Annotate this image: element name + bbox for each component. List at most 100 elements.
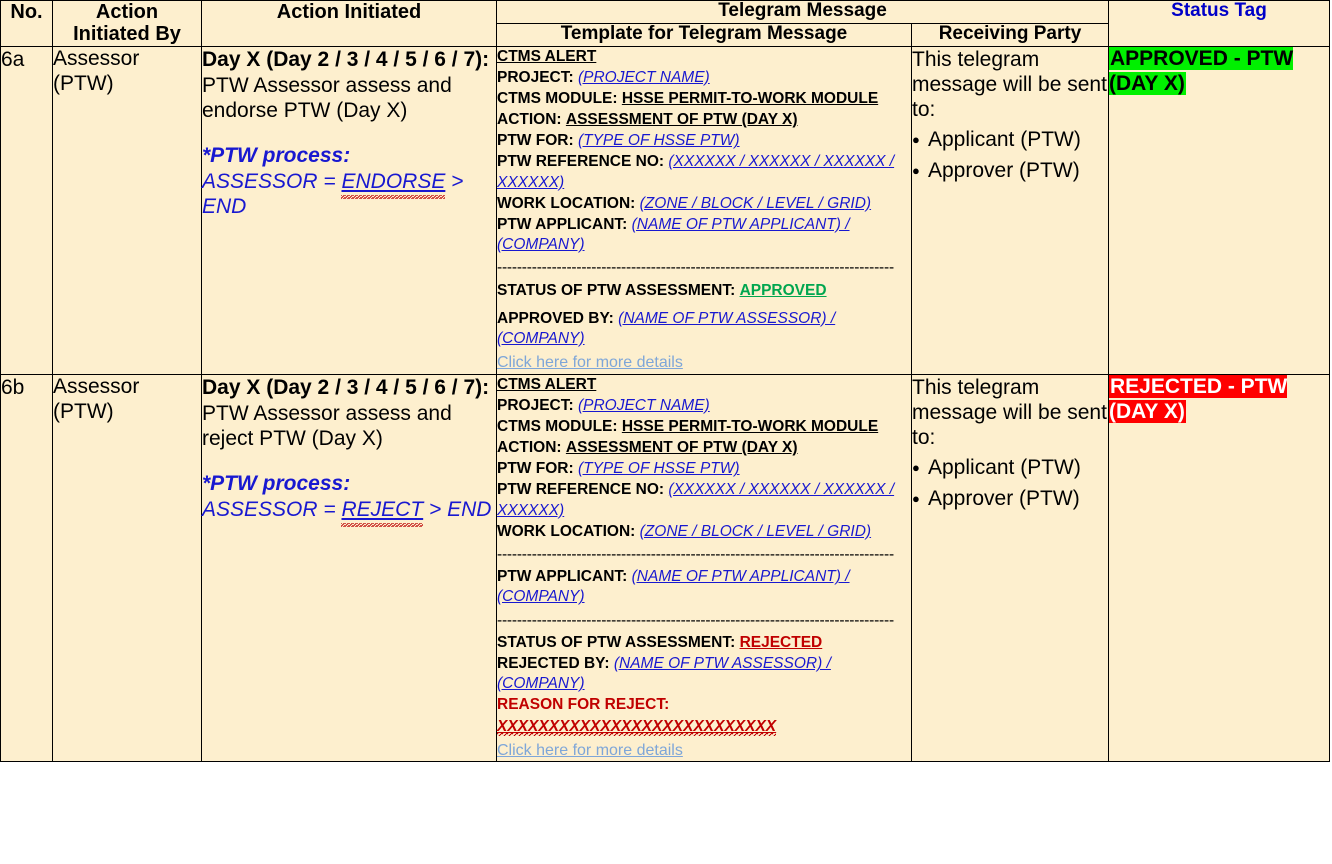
template-module-value: HSSE PERMIT-TO-WORK MODULE bbox=[621, 90, 879, 108]
template-project-value: (PROJECT NAME) bbox=[577, 396, 710, 414]
template-action-label: ACTION: bbox=[497, 439, 562, 457]
column-header-no: No. bbox=[0, 0, 53, 47]
process-flow-action: REJECT bbox=[341, 497, 424, 527]
more-details-link[interactable]: Click here for more details bbox=[497, 741, 911, 762]
template-reference-line: PTW REFERENCE NO: (XXXXXX / XXXXXX / XXX… bbox=[497, 152, 911, 192]
status-badge: REJECTED - PTW (DAY X) bbox=[1109, 374, 1288, 423]
action-day: Day X (Day 2 / 3 / 4 / 5 / 6 / 7): bbox=[202, 375, 490, 399]
row-status-tag-cell: REJECTED - PTW (DAY X) bbox=[1108, 373, 1330, 763]
template-module-label: CTMS MODULE: bbox=[497, 90, 618, 108]
ptw-process-label: *PTW process: bbox=[202, 472, 351, 496]
template-divider-2: ----------------------------------------… bbox=[497, 611, 894, 629]
more-details-link[interactable]: Click here for more details bbox=[497, 353, 911, 374]
status-badge: APPROVED - PTW (DAY X) bbox=[1109, 46, 1294, 95]
template-action-value: ASSESSMENT OF PTW (DAY X) bbox=[565, 439, 798, 457]
template-location-label: WORK LOCATION: bbox=[497, 194, 636, 212]
template-location-label: WORK LOCATION: bbox=[497, 522, 636, 540]
table-row: 6b Assessor (PTW) Day X (Day 2 / 3 / 4 /… bbox=[0, 373, 1330, 763]
template-location-value: (ZONE / BLOCK / LEVEL / GRID) bbox=[639, 522, 872, 540]
template-module-value: HSSE PERMIT-TO-WORK MODULE bbox=[621, 418, 879, 436]
template-action-line: ACTION: ASSESSMENT OF PTW (DAY X) bbox=[497, 438, 911, 458]
receiving-intro: This telegram message will be sent to: bbox=[912, 375, 1107, 450]
ptw-process-label: *PTW process: bbox=[202, 144, 351, 168]
action-initiated-block: Day X (Day 2 / 3 / 4 / 5 / 6 / 7): PTW A… bbox=[202, 375, 496, 527]
template-project-line: PROJECT: (PROJECT NAME) bbox=[497, 396, 911, 416]
template-ptwfor-value: (TYPE OF HSSE PTW) bbox=[577, 132, 740, 150]
template-reference-label: PTW REFERENCE NO: bbox=[497, 153, 665, 171]
template-divider: ----------------------------------------… bbox=[497, 545, 894, 563]
receiving-party-list: Applicant (PTW) Approver (PTW) bbox=[912, 456, 1108, 512]
template-location-line: WORK LOCATION: (ZONE / BLOCK / LEVEL / G… bbox=[497, 522, 911, 542]
status-tag-block: REJECTED - PTW (DAY X) bbox=[1109, 374, 1329, 425]
column-header-telegram-message: Telegram Message bbox=[496, 0, 1109, 24]
column-header-status-tag: Status Tag bbox=[1108, 0, 1330, 47]
template-ptwfor-label: PTW FOR: bbox=[497, 132, 574, 150]
telegram-template-block: CTMS ALERT PROJECT: (PROJECT NAME) CTMS … bbox=[497, 47, 911, 374]
template-reference-line: PTW REFERENCE NO: (XXXXXX / XXXXXX / XXX… bbox=[497, 480, 911, 520]
template-module-line: CTMS MODULE: HSSE PERMIT-TO-WORK MODULE bbox=[497, 417, 911, 437]
action-initiated-block: Day X (Day 2 / 3 / 4 / 5 / 6 / 7): PTW A… bbox=[202, 47, 496, 219]
template-spacer bbox=[497, 302, 911, 309]
receiving-intro: This telegram message will be sent to: bbox=[912, 47, 1107, 122]
template-reference-label: PTW REFERENCE NO: bbox=[497, 481, 665, 499]
process-flow-action: ENDORSE bbox=[341, 169, 446, 199]
template-rejectedby-label: REJECTED BY: bbox=[497, 655, 610, 673]
template-approvedby-line: APPROVED BY: (NAME OF PTW ASSESSOR) / (C… bbox=[497, 309, 911, 349]
header-row-top: No. Action Initiated By Action Initiated… bbox=[0, 0, 1330, 47]
template-divider: ----------------------------------------… bbox=[497, 259, 894, 277]
receiving-party-block: This telegram message will be sent to: A… bbox=[912, 375, 1108, 512]
template-status-label: STATUS OF PTW ASSESSMENT: bbox=[497, 633, 736, 651]
initiated-by-value: Assessor (PTW) bbox=[53, 46, 140, 95]
status-tag-block: APPROVED - PTW (DAY X) bbox=[1109, 46, 1329, 97]
row-number: 6a bbox=[1, 47, 25, 71]
row-receiving-party-cell: This telegram message will be sent to: A… bbox=[911, 45, 1109, 375]
row-number: 6b bbox=[1, 375, 25, 399]
template-project-label: PROJECT: bbox=[497, 396, 574, 414]
row-initiated-by-cell: Assessor (PTW) bbox=[52, 45, 202, 375]
template-action-label: ACTION: bbox=[497, 111, 562, 129]
row-receiving-party-cell: This telegram message will be sent to: A… bbox=[911, 373, 1109, 763]
receiving-party-list: Applicant (PTW) Approver (PTW) bbox=[912, 128, 1108, 184]
row-template-cell: CTMS ALERT PROJECT: (PROJECT NAME) CTMS … bbox=[496, 373, 912, 763]
template-status-value: REJECTED bbox=[739, 633, 823, 651]
column-header-initiated-by: Action Initiated By bbox=[52, 0, 202, 47]
row-no-cell: 6a bbox=[0, 45, 53, 375]
template-action-line: ACTION: ASSESSMENT OF PTW (DAY X) bbox=[497, 110, 911, 130]
row-initiated-by-cell: Assessor (PTW) bbox=[52, 373, 202, 763]
template-applicant-label: PTW APPLICANT: bbox=[497, 568, 628, 586]
template-ptwfor-label: PTW FOR: bbox=[497, 460, 574, 478]
telegram-template-block: CTMS ALERT PROJECT: (PROJECT NAME) CTMS … bbox=[497, 375, 911, 762]
column-header-initiated-by-line1: Action bbox=[95, 1, 159, 23]
template-reason-label: REASON FOR REJECT: bbox=[497, 696, 670, 714]
telegram-notification-matrix: No. Action Initiated By Action Initiated… bbox=[0, 0, 1330, 763]
ptw-process-flow: ASSESSOR = ENDORSE > END bbox=[202, 169, 496, 219]
process-flow-prefix: ASSESSOR = bbox=[202, 169, 342, 193]
template-module-label: CTMS MODULE: bbox=[497, 418, 618, 436]
process-flow-prefix: ASSESSOR = bbox=[202, 497, 342, 521]
template-location-value: (ZONE / BLOCK / LEVEL / GRID) bbox=[639, 194, 872, 212]
template-module-line: CTMS MODULE: HSSE PERMIT-TO-WORK MODULE bbox=[497, 89, 911, 109]
template-applicant-label: PTW APPLICANT: bbox=[497, 215, 628, 233]
template-approvedby-label: APPROVED BY: bbox=[497, 309, 614, 327]
initiated-by-value: Assessor (PTW) bbox=[53, 374, 140, 423]
template-ptwfor-value: (TYPE OF HSSE PTW) bbox=[577, 460, 740, 478]
process-flow-suffix: > END bbox=[423, 497, 492, 521]
template-status-label: STATUS OF PTW ASSESSMENT: bbox=[497, 281, 736, 299]
row-action-initiated-cell: Day X (Day 2 / 3 / 4 / 5 / 6 / 7): PTW A… bbox=[201, 373, 497, 763]
template-status-line: STATUS OF PTW ASSESSMENT: APPROVED bbox=[497, 281, 911, 301]
action-description: PTW Assessor assess and reject PTW (Day … bbox=[202, 401, 452, 451]
column-header-template: Template for Telegram Message bbox=[496, 22, 912, 47]
receiving-party-block: This telegram message will be sent to: A… bbox=[912, 47, 1108, 184]
row-template-cell: CTMS ALERT PROJECT: (PROJECT NAME) CTMS … bbox=[496, 45, 912, 375]
template-reason-line: XXXXXXXXXXXXXXXXXXXXXXXXXXX bbox=[497, 717, 911, 737]
template-status-line: STATUS OF PTW ASSESSMENT: REJECTED bbox=[497, 633, 911, 653]
template-status-value: APPROVED bbox=[739, 281, 827, 299]
list-item: Approver (PTW) bbox=[912, 159, 1108, 184]
template-location-line: WORK LOCATION: (ZONE / BLOCK / LEVEL / G… bbox=[497, 194, 911, 214]
template-action-value: ASSESSMENT OF PTW (DAY X) bbox=[565, 111, 798, 129]
action-spacer bbox=[202, 451, 496, 471]
template-rejectedby-line: REJECTED BY: (NAME OF PTW ASSESSOR) / (C… bbox=[497, 654, 911, 694]
row-action-initiated-cell: Day X (Day 2 / 3 / 4 / 5 / 6 / 7): PTW A… bbox=[201, 45, 497, 375]
template-applicant-line: PTW APPLICANT: (NAME OF PTW APPLICANT) /… bbox=[497, 215, 911, 255]
template-ptwfor-line: PTW FOR: (TYPE OF HSSE PTW) bbox=[497, 131, 911, 151]
